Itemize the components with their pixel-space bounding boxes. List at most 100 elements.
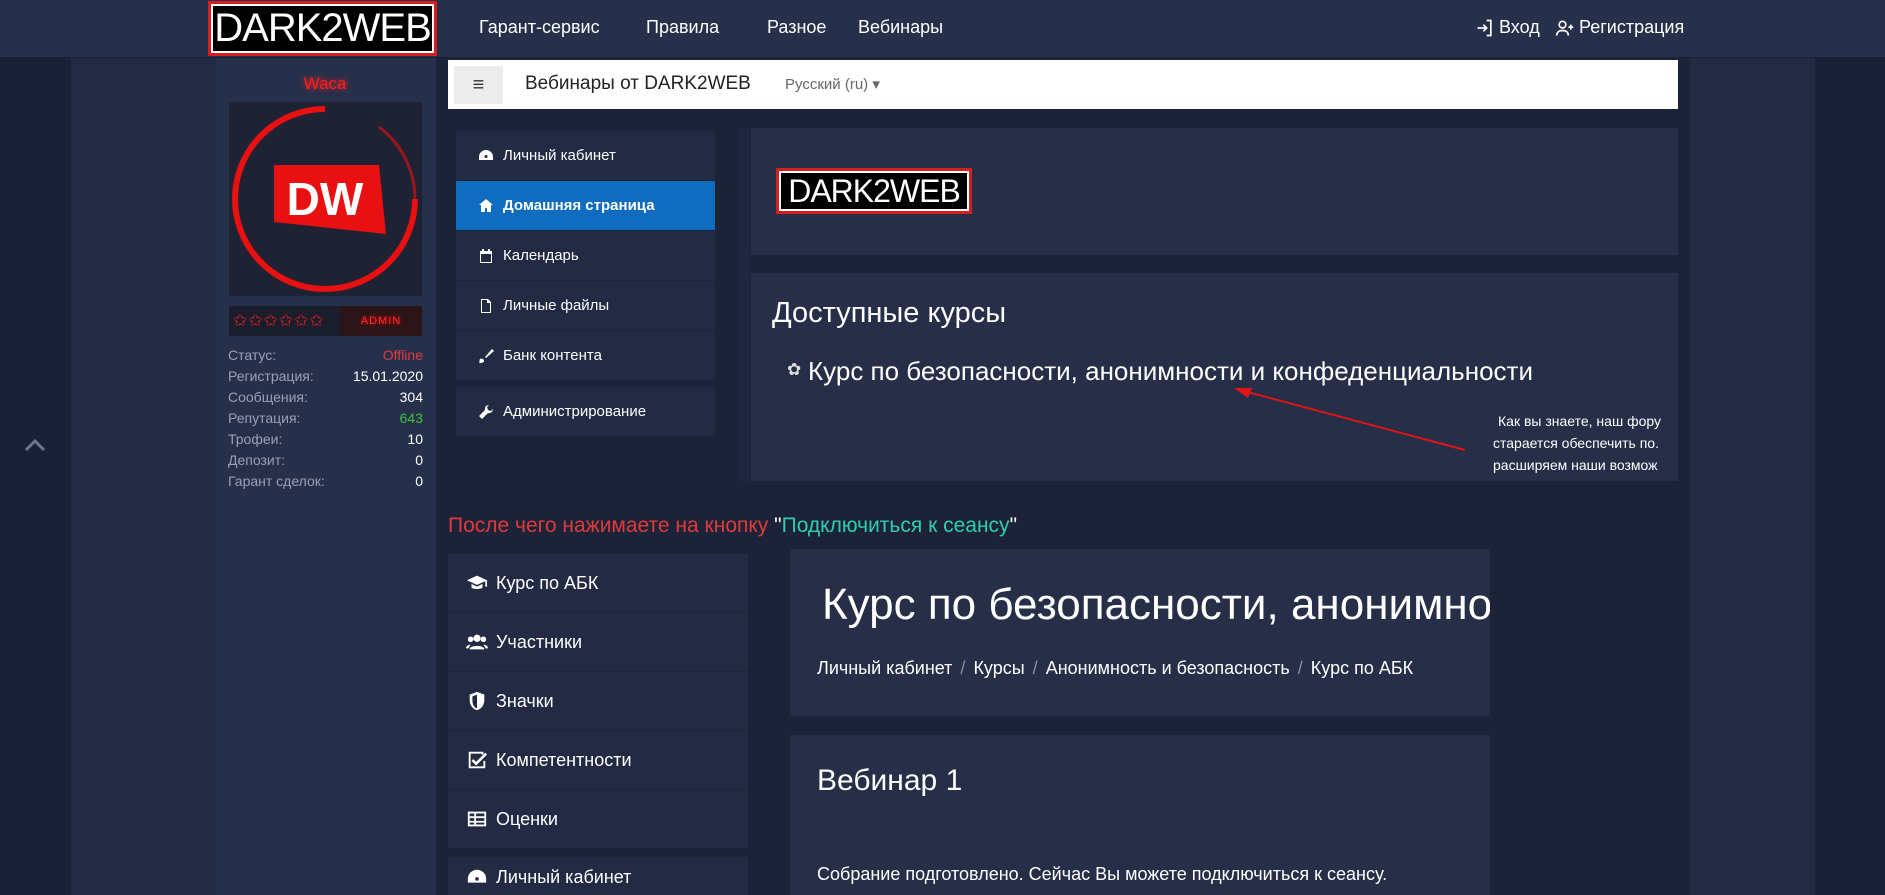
nav-webinars-label[interactable]: Вебинары xyxy=(858,17,943,38)
right-bg xyxy=(1690,58,1815,895)
stat-registration: Регистрация: 15.01.2020 xyxy=(228,365,423,386)
course-link[interactable]: Курс по безопасности, анонимности и конф… xyxy=(808,356,1533,387)
nav-dashboard-label: Личный кабинет xyxy=(503,147,616,164)
login-icon xyxy=(1477,19,1492,36)
course-nav-competencies-label: Компетентности xyxy=(496,749,632,770)
course-icon: ✿ xyxy=(787,360,802,379)
instruction-link: Подключиться к сеансу xyxy=(781,514,1010,537)
language-select[interactable]: Русский (ru) ▾ xyxy=(785,75,880,93)
nav-calendar[interactable]: Календарь xyxy=(456,231,715,281)
instruction-part: После чего нажимаете на кнопку xyxy=(448,514,775,537)
rank-bar: ✩✩✩✩✩✩ ADMIN xyxy=(229,306,422,336)
nav-admin-label: Администрирование xyxy=(503,403,647,420)
site-description-line: расширяем наши возмож xyxy=(1493,457,1658,473)
stat-value: 10 xyxy=(407,430,423,447)
moodle-nav: Личный кабинет Домашняя страница Календа… xyxy=(456,131,715,381)
nav-dashboard[interactable]: Личный кабинет xyxy=(456,131,715,181)
shield-icon xyxy=(469,691,485,711)
users-icon xyxy=(466,634,488,650)
nav-misc-label[interactable]: Разное xyxy=(767,17,826,38)
breadcrumb-separator: / xyxy=(1297,658,1303,678)
nav-files[interactable]: Личные файлы xyxy=(456,281,715,331)
right-gutter xyxy=(1815,58,1885,895)
course-nav-abk[interactable]: Курс по АБК xyxy=(448,554,748,612)
instruction-text: После чего нажимаете на кнопку "Подключи… xyxy=(448,514,1017,538)
instruction-quote: " xyxy=(1009,514,1018,537)
stat-reputation: Репутация: 643 xyxy=(228,407,423,428)
course-heading: Курс по безопасности, анонимности и конф… xyxy=(822,580,1490,629)
check-square-icon xyxy=(468,751,488,769)
nav-garant[interactable]: Гарант-сервис xyxy=(479,0,600,55)
breadcrumb-separator: / xyxy=(1032,658,1038,678)
moodle-site-title[interactable]: Вебинары от DARK2WEB xyxy=(525,73,751,95)
paintbrush-icon xyxy=(479,348,494,363)
dw-logo-icon: DW xyxy=(232,106,418,292)
screenshot-2-frame-left xyxy=(770,540,790,895)
course-nav-badges[interactable]: Значки xyxy=(448,672,748,730)
stat-value: 15.01.2020 xyxy=(352,367,423,384)
course-nav-competencies[interactable]: Компетентности xyxy=(448,731,748,789)
user-plus-icon xyxy=(1555,20,1574,36)
nav-admin[interactable]: Администрирование xyxy=(456,387,715,437)
nav-home[interactable]: Домашняя страница xyxy=(456,181,715,231)
calendar-icon xyxy=(480,248,492,263)
nav-calendar-label: Календарь xyxy=(503,247,579,264)
wrench-icon xyxy=(479,404,494,419)
stat-deposit: Депозит: 0 xyxy=(228,449,423,470)
nav-home-label: Домашняя страница xyxy=(503,197,655,214)
rating-stars: ✩✩✩✩✩✩ xyxy=(233,311,325,330)
course-nav-dashboard[interactable]: Личный кабинет xyxy=(448,857,748,895)
breadcrumb-item[interactable]: Анонимность и безопасность xyxy=(1046,658,1290,678)
nav-rules-label[interactable]: Правила xyxy=(646,17,719,38)
breadcrumb: Личный кабинет / Курсы / Анонимность и безоп… xyxy=(817,658,1413,679)
caret-down-icon: ▾ xyxy=(872,76,880,93)
user-stats: Статус: Offline Регистрация: 15.01.2020 Со… xyxy=(228,344,423,491)
nav-files-label: Личные файлы xyxy=(503,297,610,314)
left-bg xyxy=(71,58,216,895)
stat-label: Депозит: xyxy=(228,451,286,468)
stat-messages: Сообщения: 304 xyxy=(228,386,423,407)
stat-label: Статус: xyxy=(228,346,277,363)
webinar-title: Вебинар 1 xyxy=(817,764,963,797)
nav-content-bank[interactable]: Банк контента xyxy=(456,331,715,381)
stat-label: Сообщения: xyxy=(228,388,308,405)
nav-misc[interactable]: Разное xyxy=(767,0,826,55)
breadcrumb-item[interactable]: Курс по АБК xyxy=(1311,658,1413,678)
file-icon xyxy=(481,298,491,313)
breadcrumb-item[interactable]: Личный кабинет xyxy=(817,658,952,678)
top-navbar: DARK2WEB Гарант-сервис Правила Разное Ве… xyxy=(0,0,1885,58)
avatar[interactable]: DW xyxy=(229,102,422,296)
register-link[interactable]: Регистрация xyxy=(1555,0,1684,55)
nav-garant-label[interactable]: Гарант-сервис xyxy=(479,17,600,38)
stat-value: 0 xyxy=(415,472,423,489)
login-link[interactable]: Вход xyxy=(1475,0,1540,55)
course-nav-participants-label: Участники xyxy=(496,631,582,652)
scroll-up-icon[interactable] xyxy=(20,436,50,460)
nav-rules[interactable]: Правила xyxy=(646,0,719,55)
breadcrumb-separator: / xyxy=(960,658,966,678)
stat-value: 0 xyxy=(415,451,423,468)
hamburger-icon[interactable]: ≡ xyxy=(454,66,503,104)
moodle-logo-text: DARK2WEB xyxy=(779,171,969,211)
svg-text:DW: DW xyxy=(287,173,364,225)
course-nav-grades-label: Оценки xyxy=(496,808,558,829)
webinar-status-message: Собрание подготовлено. Сейчас Вы можете … xyxy=(817,864,1388,884)
stat-value: 643 xyxy=(399,409,423,426)
stat-label: Гарант сделок: xyxy=(228,472,325,489)
course-nav-grades[interactable]: Оценки xyxy=(448,790,748,848)
username[interactable]: Waca xyxy=(215,74,435,94)
course-nav-participants[interactable]: Участники xyxy=(448,613,748,671)
site-description-line: Как вы знаете, наш фору xyxy=(1498,413,1661,429)
courses-heading: Доступные курсы xyxy=(772,297,1007,329)
site-logo[interactable]: DARK2WEB xyxy=(208,1,437,56)
stat-label: Репутация: xyxy=(228,409,301,426)
nav-webinars[interactable]: Вебинары xyxy=(858,0,943,55)
stat-status: Статус: Offline xyxy=(228,344,423,365)
site-logo-text: DARK2WEB xyxy=(211,4,434,53)
stat-value: 304 xyxy=(399,388,423,405)
breadcrumb-item[interactable]: Курсы xyxy=(973,658,1024,678)
stat-label: Регистрация: xyxy=(228,367,314,384)
register-label: Регистрация xyxy=(1579,17,1685,37)
course-nav-dashboard-label: Личный кабинет xyxy=(496,867,632,887)
left-gutter xyxy=(0,58,71,895)
